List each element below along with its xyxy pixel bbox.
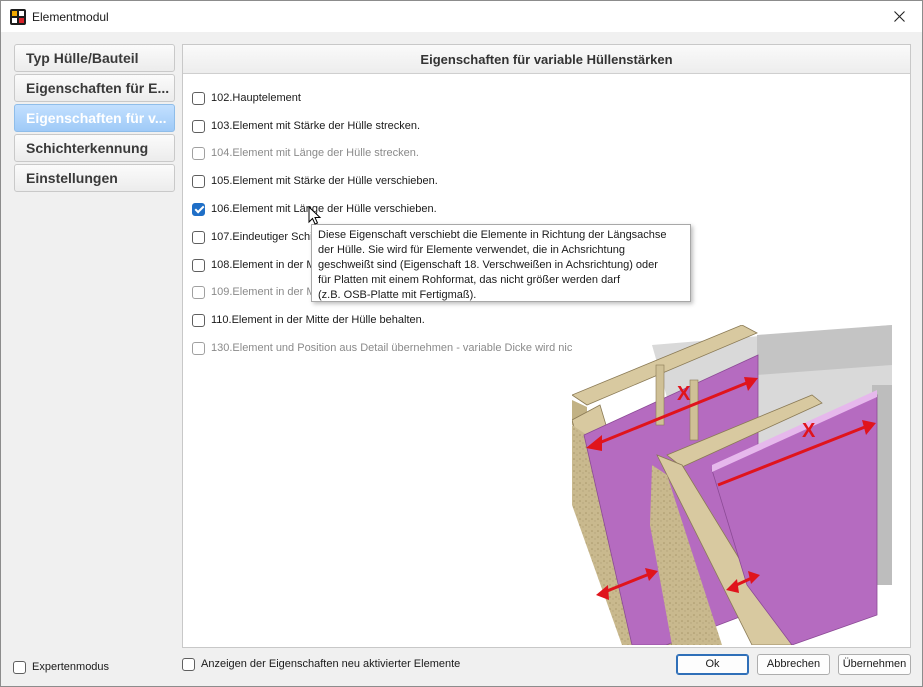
- property-tooltip: Diese Eigenschaft verschiebt die Element…: [311, 224, 691, 302]
- option-label: 104.Element mit Länge der Hülle strecken…: [211, 147, 419, 159]
- dimension-marker-1: X: [677, 383, 691, 405]
- tooltip-line: geschweißt sind (Eigenschaft 18. Verschw…: [318, 259, 658, 271]
- tooltip-line: Diese Eigenschaft verschiebt die Element…: [318, 229, 667, 241]
- show-properties-toggle[interactable]: Anzeigen der Eigenschaften neu aktiviert…: [182, 656, 460, 672]
- apply-button[interactable]: Übernehmen: [838, 654, 911, 675]
- elementmodul-dialog: Elementmodul Typ Hülle/Bauteil Eigenscha…: [0, 0, 923, 687]
- window-title: Elementmodul: [32, 10, 109, 24]
- checkbox-checked[interactable]: [192, 202, 205, 216]
- title-bar: Elementmodul: [1, 1, 922, 32]
- checkbox: [192, 146, 205, 160]
- checkbox[interactable]: [192, 230, 205, 244]
- checkbox[interactable]: [182, 657, 195, 671]
- option-label: 106.Element mit Länge der Hülle verschie…: [211, 203, 437, 215]
- option-label: 108.Element in der M: [211, 259, 316, 271]
- checkbox[interactable]: [192, 313, 205, 327]
- option-label: 110.Element in der Mitte der Hülle behal…: [211, 314, 425, 326]
- option-label: 130.Element und Position aus Detail über…: [211, 342, 624, 354]
- option-108[interactable]: 108.Element in der M: [192, 257, 316, 273]
- close-button[interactable]: [876, 1, 922, 32]
- checkbox: [192, 341, 205, 355]
- sidebar-item-typ-huelle-bauteil[interactable]: Typ Hülle/Bauteil: [14, 44, 175, 72]
- checkbox[interactable]: [192, 174, 205, 188]
- option-label: 107.Eindeutiger Schi: [211, 231, 313, 243]
- checkbox[interactable]: [192, 258, 205, 272]
- checkbox[interactable]: [192, 91, 205, 105]
- ok-button[interactable]: Ok: [676, 654, 749, 675]
- show-properties-label: Anzeigen der Eigenschaften neu aktiviert…: [201, 658, 461, 670]
- option-107[interactable]: 107.Eindeutiger Schi: [192, 229, 313, 245]
- sidebar: Typ Hülle/Bauteil Eigenschaften für E...…: [14, 44, 175, 194]
- option-104: 104.Element mit Länge der Hülle strecken…: [192, 145, 419, 161]
- option-109: 109.Element in der M: [192, 284, 316, 300]
- close-icon: [893, 11, 905, 22]
- expert-mode-toggle[interactable]: Expertenmodus: [13, 659, 109, 675]
- option-label: 102.Hauptelement: [211, 92, 301, 104]
- properties-panel: Eigenschaften für variable Hüllenstärken…: [182, 44, 911, 648]
- expert-mode-label: Expertenmodus: [32, 661, 110, 673]
- wall-element-illustration: X X: [572, 325, 892, 645]
- sidebar-item-eigenschaften-variable[interactable]: Eigenschaften für v...: [14, 104, 175, 132]
- sidebar-item-einstellungen[interactable]: Einstellungen: [14, 164, 175, 192]
- cancel-button[interactable]: Abbrechen: [757, 654, 830, 675]
- panel-title: Eigenschaften für variable Hüllenstärken: [183, 45, 910, 74]
- checkbox[interactable]: [192, 119, 205, 133]
- checkbox: [192, 285, 205, 299]
- mouse-cursor-icon: [308, 206, 322, 225]
- option-103[interactable]: 103.Element mit Stärke der Hülle strecke…: [192, 118, 420, 134]
- sidebar-item-schichterkennung[interactable]: Schichterkennung: [14, 134, 175, 162]
- option-105[interactable]: 105.Element mit Stärke der Hülle verschi…: [192, 173, 438, 189]
- sidebar-item-eigenschaften-elemente[interactable]: Eigenschaften für E...: [14, 74, 175, 102]
- option-label: 109.Element in der M: [211, 286, 316, 298]
- option-label: 105.Element mit Stärke der Hülle verschi…: [211, 175, 438, 187]
- tooltip-line: für Platten mit einem Rohformat, das nic…: [318, 274, 621, 286]
- app-logo-icon: [10, 9, 26, 25]
- checkbox[interactable]: [13, 660, 26, 674]
- option-label: 103.Element mit Stärke der Hülle strecke…: [211, 120, 421, 132]
- option-110[interactable]: 110.Element in der Mitte der Hülle behal…: [192, 312, 425, 328]
- tooltip-line: der Hülle. Sie wird für Elemente verwend…: [318, 244, 625, 256]
- option-130: 130.Element und Position aus Detail über…: [192, 340, 624, 356]
- tooltip-line: (z.B. OSB-Platte mit Fertigmaß).: [318, 289, 477, 301]
- option-102[interactable]: 102.Hauptelement: [192, 90, 301, 106]
- dimension-marker-2: X: [802, 420, 816, 442]
